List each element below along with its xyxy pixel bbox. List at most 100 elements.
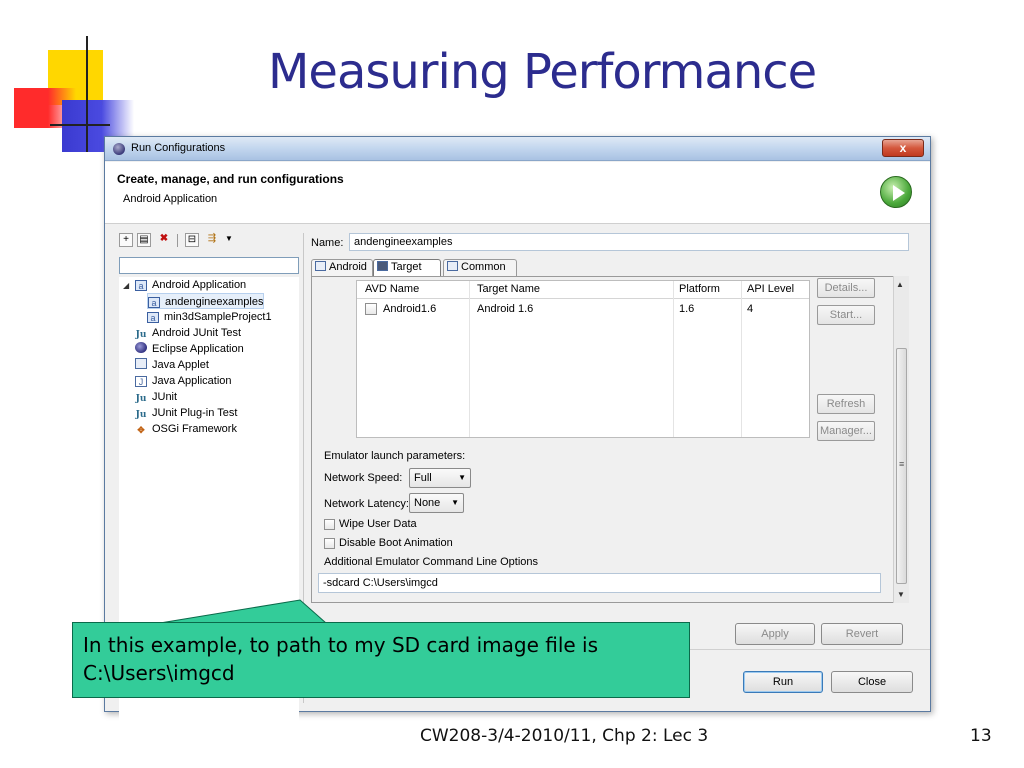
applet-icon (135, 358, 147, 369)
avd-table: AVD Name Target Name Platform API Level … (356, 280, 810, 438)
apply-button[interactable]: Apply (735, 623, 815, 645)
additional-options-label: Additional Emulator Command Line Options (324, 556, 539, 568)
col-platform[interactable]: Platform (679, 283, 720, 295)
annotation-callout: In this example, to path to my SD card i… (72, 622, 690, 698)
android-tab-icon (315, 261, 326, 271)
scroll-up-icon[interactable]: ▲ (896, 280, 904, 289)
duplicate-config-icon[interactable]: ▤ (137, 233, 151, 247)
osgi-icon: ✥ (137, 425, 145, 435)
manager-button[interactable]: Manager... (817, 421, 875, 441)
junit-icon: Ju (135, 330, 147, 340)
col-avd-name[interactable]: AVD Name (365, 283, 419, 295)
close-button[interactable]: Close (831, 671, 913, 693)
callout-line-2: C:\Users\imgcd (83, 661, 235, 685)
eclipse-icon (113, 143, 125, 155)
start-button[interactable]: Start... (817, 305, 875, 325)
target-name-cell: Android 1.6 (477, 303, 534, 315)
vertical-scrollbar[interactable]: ▲ ≡ ▼ (893, 276, 909, 603)
close-window-button[interactable]: x (882, 139, 924, 157)
toolbar-separator (177, 234, 178, 247)
deco-horizontal-line (50, 124, 110, 126)
wipe-user-data-checkbox[interactable] (324, 519, 335, 530)
tree-item[interactable]: Java Applet (135, 357, 209, 373)
tree-item-label: Android JUnit Test (152, 327, 242, 339)
tree-item[interactable]: Eclipse Application (135, 341, 244, 357)
chevron-down-icon: ▼ (458, 473, 466, 482)
run-button[interactable]: Run (743, 671, 823, 693)
tree-item[interactable]: Ju JUnit (135, 389, 177, 405)
tree-item-label: Java Applet (152, 359, 209, 371)
tree-item[interactable]: ✥ OSGi Framework (135, 421, 237, 437)
revert-button[interactable]: Revert (821, 623, 903, 645)
grip-icon: ≡ (899, 459, 905, 469)
page-number: 13 (970, 726, 992, 746)
avd-name-cell: Android1.6 (383, 303, 437, 315)
tab-common[interactable]: Common (443, 259, 517, 276)
name-input[interactable]: andengineexamples (349, 233, 909, 251)
delete-config-icon[interactable]: ✖ (157, 233, 171, 247)
android-app-icon: a (135, 280, 147, 291)
name-label: Name: (311, 237, 344, 249)
tree-item[interactable]: a andengineexamples (147, 293, 265, 309)
dialog-header: Create, manage, and run configurations A… (105, 162, 930, 224)
tree-item-label: JUnit (152, 391, 178, 403)
additional-options-input[interactable]: -sdcard C:\Users\imgcd (318, 573, 881, 593)
dialog-title: Run Configurations (131, 142, 226, 154)
tree-item-label: Eclipse Application (152, 343, 244, 355)
run-icon (880, 176, 912, 208)
tree-item-label: OSGi Framework (152, 423, 237, 435)
tree-item-label: Java Application (152, 375, 232, 387)
disable-boot-animation-checkbox[interactable] (324, 538, 335, 549)
new-config-icon[interactable]: + (119, 233, 133, 247)
junit-icon: Ju (135, 394, 147, 404)
chevron-down-icon: ▼ (451, 498, 459, 507)
tree-item[interactable]: J Java Application (135, 373, 232, 389)
scroll-thumb[interactable]: ≡ (896, 348, 907, 584)
emulator-params-label: Emulator launch parameters: (324, 450, 466, 462)
network-latency-label: Network Latency: (324, 498, 409, 510)
tab-android[interactable]: Android (311, 259, 373, 276)
api-level-cell: 4 (747, 303, 754, 315)
android-app-icon: a (147, 312, 159, 323)
tree-item[interactable]: ◢ a Android Application (123, 277, 246, 293)
junit-plugin-icon: Ju (135, 410, 147, 420)
tree-item[interactable]: Ju JUnit Plug-in Test (135, 405, 238, 421)
tree-item-label: min3dSampleProject1 (164, 311, 272, 323)
tree-item-label: Android Application (152, 279, 247, 291)
expander-icon[interactable]: ◢ (123, 278, 131, 294)
tree-item-label: andengineexamples (165, 296, 264, 308)
col-api-level[interactable]: API Level (747, 283, 794, 295)
details-button[interactable]: Details... (817, 278, 875, 298)
eclipse-icon (135, 342, 147, 353)
refresh-button[interactable]: Refresh (817, 394, 875, 414)
deco-vertical-line (86, 36, 88, 152)
table-row[interactable]: Android1.6 Android 1.6 1.6 4 (357, 301, 809, 319)
header-subtitle: Android Application (123, 193, 218, 205)
collapse-all-icon[interactable]: ⊟ (185, 233, 199, 247)
network-speed-select[interactable]: Full ▼ (409, 468, 471, 488)
slide-footer: CW208-3/4-2010/11, Chp 2: Lec 3 (420, 726, 709, 746)
tree-item-label: JUnit Plug-in Test (152, 407, 238, 419)
tab-target[interactable]: Target (373, 259, 441, 276)
filter-input[interactable] (119, 257, 299, 274)
android-app-icon: a (148, 297, 160, 308)
avd-checkbox[interactable] (365, 303, 377, 315)
dialog-titlebar: Run Configurations x (105, 137, 930, 161)
java-app-icon: J (135, 376, 147, 387)
platform-cell: 1.6 (679, 303, 695, 315)
slide-title: Measuring Performance (268, 44, 817, 100)
disable-boot-animation-label: Disable Boot Animation (339, 537, 453, 549)
tree-item[interactable]: a min3dSampleProject1 (147, 309, 272, 325)
wipe-user-data-label: Wipe User Data (339, 518, 417, 530)
chevron-down-icon[interactable]: ▼ (225, 234, 233, 243)
target-tab-icon (377, 261, 388, 271)
scroll-down-icon[interactable]: ▼ (897, 590, 905, 599)
filter-icon[interactable]: ⇶ (205, 233, 219, 247)
tree-item[interactable]: Ju Android JUnit Test (135, 325, 241, 341)
network-latency-select[interactable]: None ▼ (409, 493, 464, 513)
network-speed-label: Network Speed: (324, 472, 403, 484)
callout-line-1: In this example, to path to my SD card i… (83, 633, 599, 657)
header-title: Create, manage, and run configurations (117, 172, 344, 186)
common-tab-icon (447, 261, 458, 271)
col-target-name[interactable]: Target Name (477, 283, 540, 295)
